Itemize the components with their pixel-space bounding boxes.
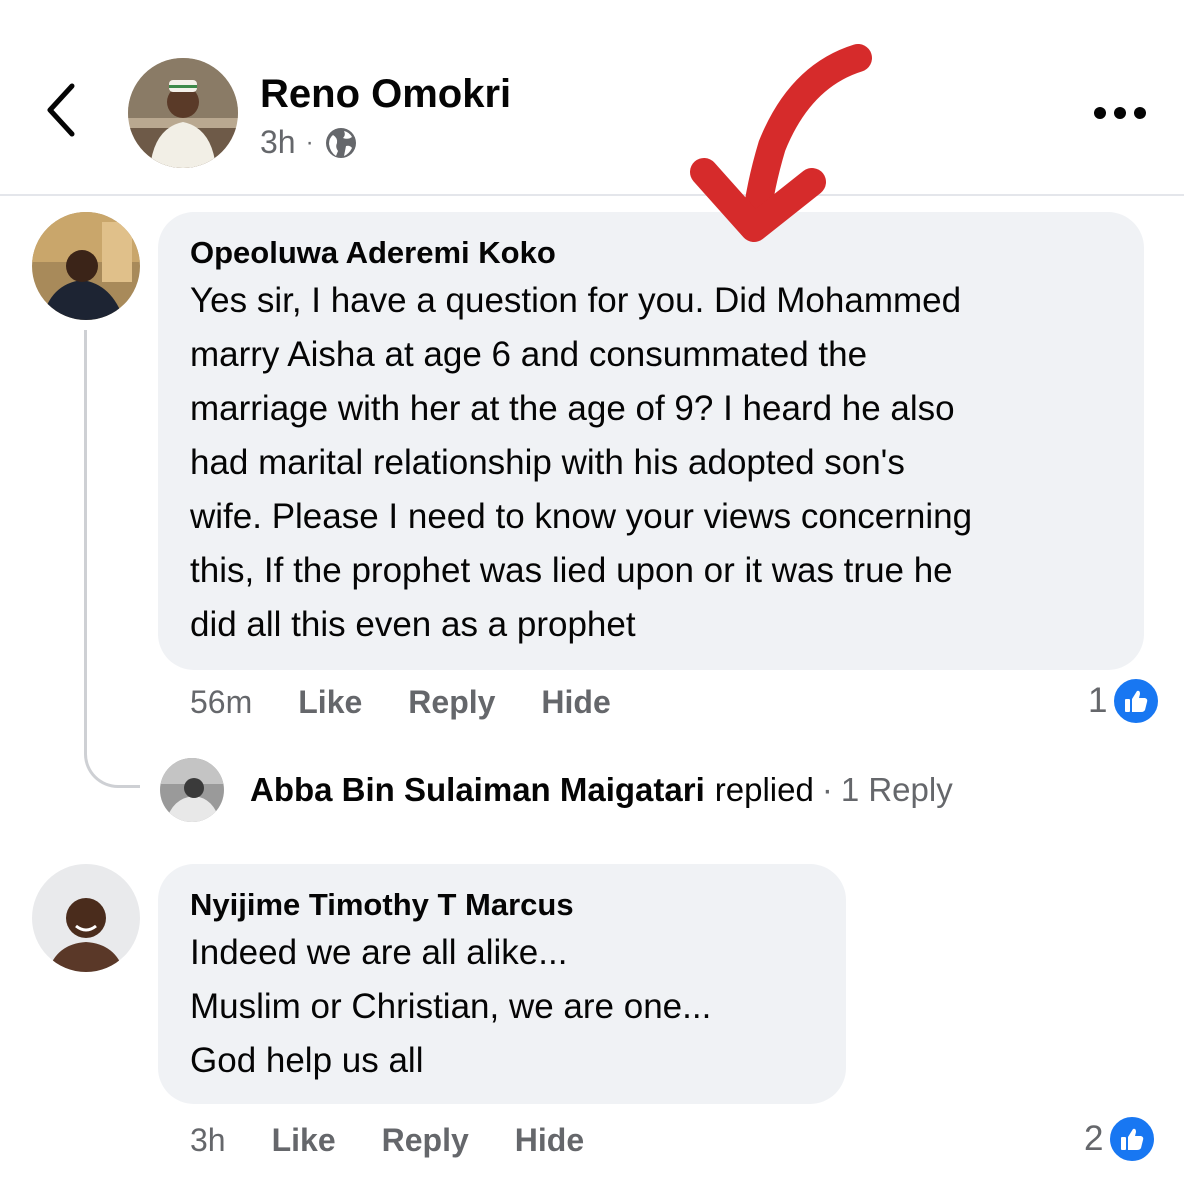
reaction-count: 1 [1088,681,1108,720]
commenter-avatar[interactable] [32,212,140,320]
like-thumb-icon [1121,1128,1144,1150]
comment-line: Muslim or Christian, we are one... [190,987,712,1026]
replier-name: Abba Bin Sulaiman Maigatari [250,771,705,808]
chevron-left-icon [47,83,75,137]
thread-connector [84,330,140,788]
hide-button[interactable]: Hide [541,684,610,721]
comment-author[interactable]: Nyijime Timothy T Marcus [190,886,814,924]
reaction-count: 2 [1084,1119,1104,1158]
comment-time[interactable]: 3h [190,1122,226,1159]
like-badge [1111,676,1162,726]
comment-line: God help us all [190,1041,424,1080]
like-badge [1107,1114,1158,1164]
comment-thread-screen: Reno Omokri 3h · Opeoluwa Aderemi Koko Y… [0,0,1184,1200]
comment-actions: 56m Like Reply Hide [190,684,657,721]
comment-author[interactable]: Opeoluwa Aderemi Koko [190,234,1112,272]
reply-button[interactable]: Reply [408,684,495,721]
comment-line: did all this even as a prophet [190,605,636,644]
reaction-summary[interactable]: 2 [1084,1114,1158,1164]
globe-icon[interactable] [324,126,358,160]
post-header: Reno Omokri 3h · [0,0,1184,196]
comment-line: had marital relationship with his adopte… [190,443,905,482]
comment-line: wife. Please I need to know your views c… [190,497,973,536]
comment-time[interactable]: 56m [190,684,252,721]
meta-separator: · [305,128,314,156]
hide-button[interactable]: Hide [515,1122,584,1159]
post-time[interactable]: 3h [260,124,296,161]
comment-text: Indeed we are all alike... Muslim or Chr… [190,926,814,1088]
comment-line: marry Aisha at age 6 and consummated the [190,335,868,374]
commenter-avatar[interactable] [32,864,140,972]
comment-bubble: Nyijime Timothy T Marcus Indeed we are a… [158,864,846,1104]
post-author-name[interactable]: Reno Omokri [260,72,511,117]
replier-avatar [160,758,224,822]
like-thumb-icon [1125,690,1148,712]
back-button[interactable] [30,78,94,142]
comment-line: marriage with her at the age of 9? I hea… [190,389,955,428]
author-avatar[interactable] [128,58,238,168]
post-meta: 3h · [260,124,358,161]
comment-line: Indeed we are all alike... [190,933,568,972]
comment-text: Yes sir, I have a question for you. Did … [190,274,1112,652]
more-options-button[interactable] [1090,96,1150,130]
replied-label: replied [714,771,814,808]
reply-button[interactable]: Reply [382,1122,469,1159]
like-button[interactable]: Like [298,684,362,721]
comment-actions: 3h Like Reply Hide [190,1122,630,1159]
reply-separator: · [821,771,833,808]
reply-count: 1 Reply [840,771,953,808]
view-replies-row[interactable]: Abba Bin Sulaiman Maigatari replied · 1 … [160,758,953,822]
comment-line: this, If the prophet was lied upon or it… [190,551,953,590]
more-options-icon [1094,107,1146,119]
like-button[interactable]: Like [272,1122,336,1159]
comment-line: Yes sir, I have a question for you. Did … [190,281,962,320]
reaction-summary[interactable]: 1 [1088,676,1162,726]
comment-bubble: Opeoluwa Aderemi Koko Yes sir, I have a … [158,212,1144,670]
